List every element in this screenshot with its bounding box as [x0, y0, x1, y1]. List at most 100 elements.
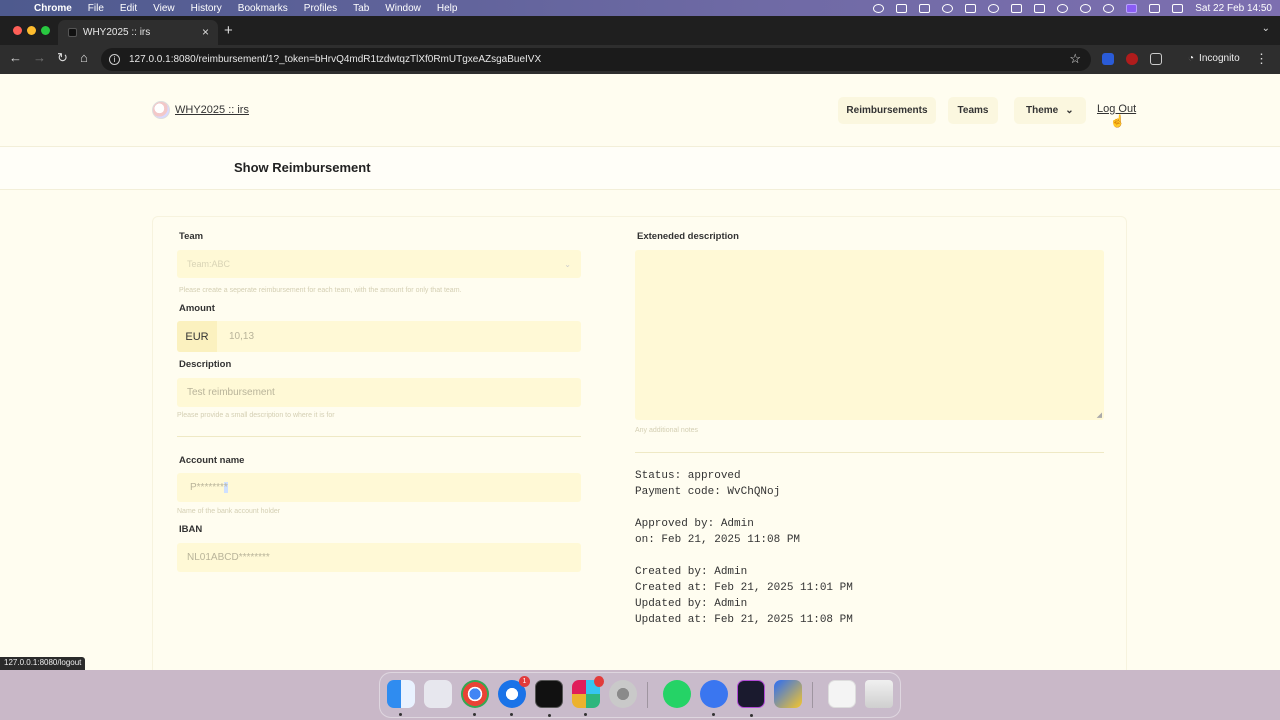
reload-icon[interactable]: ↻: [57, 50, 68, 66]
menu-clock[interactable]: Sat 22 Feb 14:50: [1195, 3, 1272, 14]
updated-at-text: Updated at: Feb 21, 2025 11:08 PM: [635, 614, 853, 626]
finder-icon[interactable]: [387, 680, 415, 716]
link-status-bar: 127.0.0.1:8080/logout: [0, 657, 86, 670]
tab-close-icon[interactable]: ×: [202, 25, 209, 39]
payment-code-text: Payment code: WvChQNoj: [635, 486, 781, 498]
account-name-input[interactable]: P******* *: [177, 473, 581, 502]
description-hint: Please provide a small description to wh…: [177, 412, 335, 419]
back-icon[interactable]: ←: [9, 50, 22, 65]
battery-icon[interactable]: [1149, 3, 1161, 13]
browser-menu-icon[interactable]: ⋮: [1255, 51, 1268, 67]
chevron-down-icon: ⌄: [1065, 105, 1074, 116]
menu-file[interactable]: File: [88, 3, 104, 14]
battery-menu-icon[interactable]: [1011, 3, 1023, 13]
new-tab-button[interactable]: +: [224, 22, 233, 39]
menu-view[interactable]: View: [153, 3, 175, 14]
created-by-text: Created by: Admin: [635, 566, 748, 578]
preview-icon[interactable]: [828, 680, 856, 708]
reeder-icon[interactable]: [774, 680, 802, 708]
accessibility-icon[interactable]: [988, 3, 1000, 13]
docker-icon[interactable]: [873, 3, 885, 13]
menu-profiles[interactable]: Profiles: [304, 3, 337, 14]
chrome-icon[interactable]: [461, 680, 489, 716]
site-brand-link[interactable]: WHY2025 :: irs: [152, 101, 249, 119]
time-machine-icon[interactable]: [1057, 3, 1069, 13]
description-label: Description: [179, 359, 232, 370]
extended-description-label: Exteneded description: [637, 231, 739, 242]
menu-history[interactable]: History: [191, 3, 222, 14]
menu-edit[interactable]: Edit: [120, 3, 137, 14]
minimize-window-button[interactable]: [27, 26, 36, 35]
spotlight-icon[interactable]: [1080, 3, 1092, 13]
dock-separator: [647, 682, 648, 708]
wifi-icon[interactable]: [1103, 3, 1115, 13]
keyboard-icon[interactable]: [1034, 3, 1046, 13]
close-window-button[interactable]: [13, 26, 22, 35]
running-indicator: [510, 713, 513, 716]
browser-toolbar: ← → ↻ ⌂ i 127.0.0.1:8080/reimbursement/1…: [0, 45, 1280, 74]
hand-cursor-icon: ☝: [1110, 114, 1125, 128]
menu-window[interactable]: Window: [385, 3, 421, 14]
updated-by-text: Updated by: Admin: [635, 598, 748, 610]
resize-handle-icon[interactable]: ◢: [1097, 411, 1102, 419]
launchpad-icon[interactable]: [424, 680, 452, 708]
signal-icon[interactable]: [700, 680, 728, 716]
created-at-text: Created at: Feb 21, 2025 11:01 PM: [635, 582, 853, 594]
thunderbird-badge: 1: [519, 676, 530, 687]
running-indicator: [712, 713, 715, 716]
team-select-value: Team:ABC: [187, 259, 231, 269]
slack-icon[interactable]: [572, 676, 604, 716]
trash-icon[interactable]: [865, 680, 893, 708]
address-url: 127.0.0.1:8080/reimbursement/1?_token=bH…: [129, 54, 542, 65]
menu-bookmarks[interactable]: Bookmarks: [238, 3, 288, 14]
control-center-icon[interactable]: [1172, 3, 1184, 13]
mouse-icon[interactable]: [965, 3, 977, 13]
dock-separator: [812, 682, 813, 708]
blocker-extension-icon[interactable]: [1126, 53, 1138, 65]
incognito-indicator[interactable]: ◔ Incognito: [1188, 53, 1240, 64]
nav-theme-dropdown[interactable]: Theme ⌄: [1014, 97, 1086, 124]
tab-title: WHY2025 :: irs: [83, 27, 151, 38]
menu-tab[interactable]: Tab: [353, 3, 369, 14]
nav-teams[interactable]: Teams: [948, 97, 998, 124]
account-name-label: Account name: [179, 455, 245, 466]
amount-value: 10,13: [229, 331, 255, 342]
description-input[interactable]: Test reimbursement: [177, 378, 581, 407]
description-value: Test reimbursement: [187, 387, 275, 398]
address-bar[interactable]: i 127.0.0.1:8080/reimbursement/1?_token=…: [101, 48, 1091, 71]
whatsapp-icon[interactable]: [663, 680, 691, 708]
tab-search-icon[interactable]: ⌄: [1262, 23, 1270, 34]
thunderbird-icon[interactable]: 1: [498, 676, 530, 716]
screen-mirroring-icon[interactable]: [1126, 3, 1138, 13]
cube-icon[interactable]: [896, 3, 908, 13]
password-manager-extension-icon[interactable]: [1102, 53, 1114, 65]
extended-description-textarea[interactable]: ◢: [635, 250, 1104, 420]
bolt-icon[interactable]: [942, 3, 954, 13]
bookmark-star-icon[interactable]: ☆: [1069, 51, 1081, 67]
team-select[interactable]: Team:ABC ⌄: [177, 250, 581, 278]
shield-icon[interactable]: [919, 3, 931, 13]
nav-reimbursements[interactable]: Reimbursements: [838, 97, 936, 124]
status-text: Status: approved: [635, 470, 741, 482]
browser-tab[interactable]: WHY2025 :: irs ×: [58, 20, 218, 45]
phpstorm-icon[interactable]: [737, 680, 765, 717]
menu-app-name[interactable]: Chrome: [34, 3, 72, 14]
site-info-icon[interactable]: i: [109, 54, 120, 65]
terminal-icon[interactable]: [535, 680, 563, 717]
menu-help[interactable]: Help: [437, 3, 458, 14]
team-hint: Please create a seperate reimbursement f…: [179, 287, 462, 294]
site-brand-text: WHY2025 :: irs: [175, 104, 249, 116]
section-divider: [177, 436, 581, 437]
system-settings-icon[interactable]: [609, 680, 637, 708]
page-header: Show Reimbursement: [0, 146, 1280, 190]
iban-value: NL01ABCD********: [187, 552, 270, 563]
slack-badge: [594, 676, 604, 687]
maximize-window-button[interactable]: [41, 26, 50, 35]
extensions-puzzle-icon[interactable]: [1150, 53, 1162, 65]
running-indicator: [473, 713, 476, 716]
amount-input[interactable]: 10,13: [177, 321, 581, 352]
home-icon[interactable]: ⌂: [80, 50, 88, 65]
iban-input[interactable]: NL01ABCD********: [177, 543, 581, 572]
incognito-icon: ◔: [1188, 53, 1195, 64]
forward-icon[interactable]: →: [33, 50, 46, 65]
